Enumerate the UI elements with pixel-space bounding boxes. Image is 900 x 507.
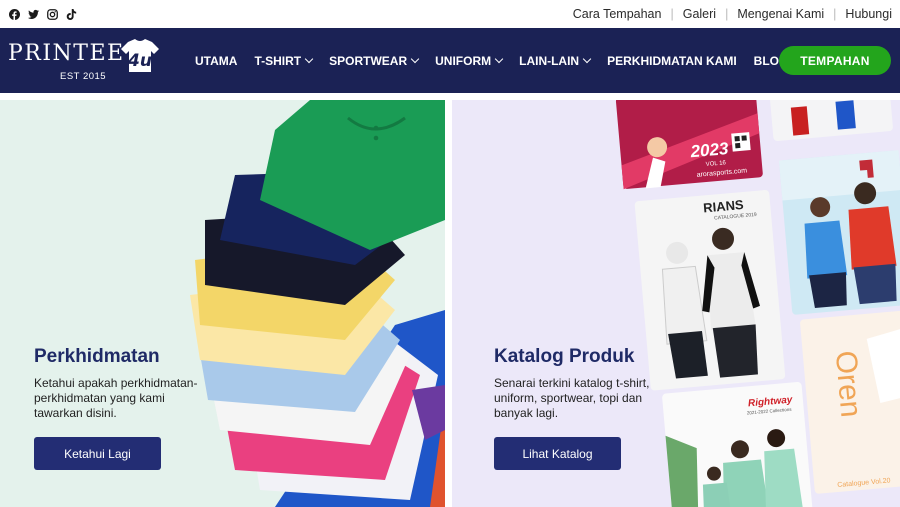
services-desc-line-3: tawarkan disini. [34,406,117,420]
divider: | [725,7,729,21]
site-logo[interactable]: PRINTEE 4u EST 2015 [8,38,160,84]
logo-badge-text: 4u [127,51,152,71]
social-links [9,8,77,20]
services-description: Ketahui apakah perkhidmatan- perkhidmata… [34,376,197,421]
services-desc-line-2: perkhidmatan yang kami [34,391,165,405]
catalog-desc-line-1: Senarai terkini katalog t-shirt, [494,376,650,390]
catalog-panel: 2023 VOL 16 arorasports.com RIANS CATALO… [452,100,900,507]
chevron-down-icon [304,54,314,63]
top-bar: Cara Tempahan | Galeri | Mengenai Kami |… [0,0,900,28]
menu-utama[interactable]: UTAMA [195,54,237,68]
link-hubungi[interactable]: Hubungi [845,7,892,21]
services-desc-line-1: Ketahui apakah perkhidmatan- [34,376,198,390]
catalog-covers-image: 2023 VOL 16 arorasports.com RIANS CATALO… [615,100,900,507]
menu-tshirt[interactable]: T-SHIRT [254,54,314,68]
menu-perkhidmatan-kami[interactable]: PERKHIDMATAN KAMI [607,54,737,68]
folded-polo-shirts-image [190,100,445,507]
arora-year: 2023 [689,139,730,161]
link-cara-tempahan[interactable]: Cara Tempahan [573,7,662,21]
link-mengenai-kami[interactable]: Mengenai Kami [737,7,824,21]
logo-est: EST 2015 [60,71,107,82]
catalog-title: Katalog Produk [494,346,635,367]
ketahui-lagi-button[interactable]: Ketahui Lagi [34,437,161,470]
top-links: Cara Tempahan | Galeri | Mengenai Kami |… [573,7,892,21]
services-title: Perkhidmatan [34,346,160,367]
chevron-down-icon [582,54,592,63]
instagram-icon[interactable] [47,8,58,20]
tiktok-icon[interactable] [66,8,77,20]
tempahan-button[interactable]: TEMPAHAN [779,46,891,75]
divider: | [833,7,837,21]
facebook-icon[interactable] [9,8,20,20]
twitter-icon[interactable] [28,9,39,20]
main-nav: PRINTEE 4u EST 2015 UTAMA T-SHIRT SPORTW… [0,28,900,93]
lihat-katalog-button[interactable]: Lihat Katalog [494,437,621,470]
logo-shirt-badge: 4u [121,39,159,72]
menu-uniform[interactable]: UNIFORM [435,54,504,68]
services-panel: Perkhidmatan Ketahui apakah perkhidmatan… [0,100,445,507]
link-galeri[interactable]: Galeri [683,7,716,21]
menu-lain-lain[interactable]: LAIN-LAIN [519,54,592,68]
catalog-desc-line-3: banyak lagi. [494,406,559,420]
chevron-down-icon [494,54,504,63]
catalog-desc-line-2: uniform, sportwear, topi dan [494,391,643,405]
catalog-description: Senarai terkini katalog t-shirt, uniform… [494,376,649,421]
logo-wordmark: PRINTEE [8,41,125,66]
chevron-down-icon [410,54,420,63]
divider: | [670,7,674,21]
menu-sportwear[interactable]: SPORTWEAR [329,54,420,68]
oren-title: Oren [829,349,868,418]
main-menu: UTAMA T-SHIRT SPORTWEAR UNIFORM LAIN-LAI… [195,28,805,93]
